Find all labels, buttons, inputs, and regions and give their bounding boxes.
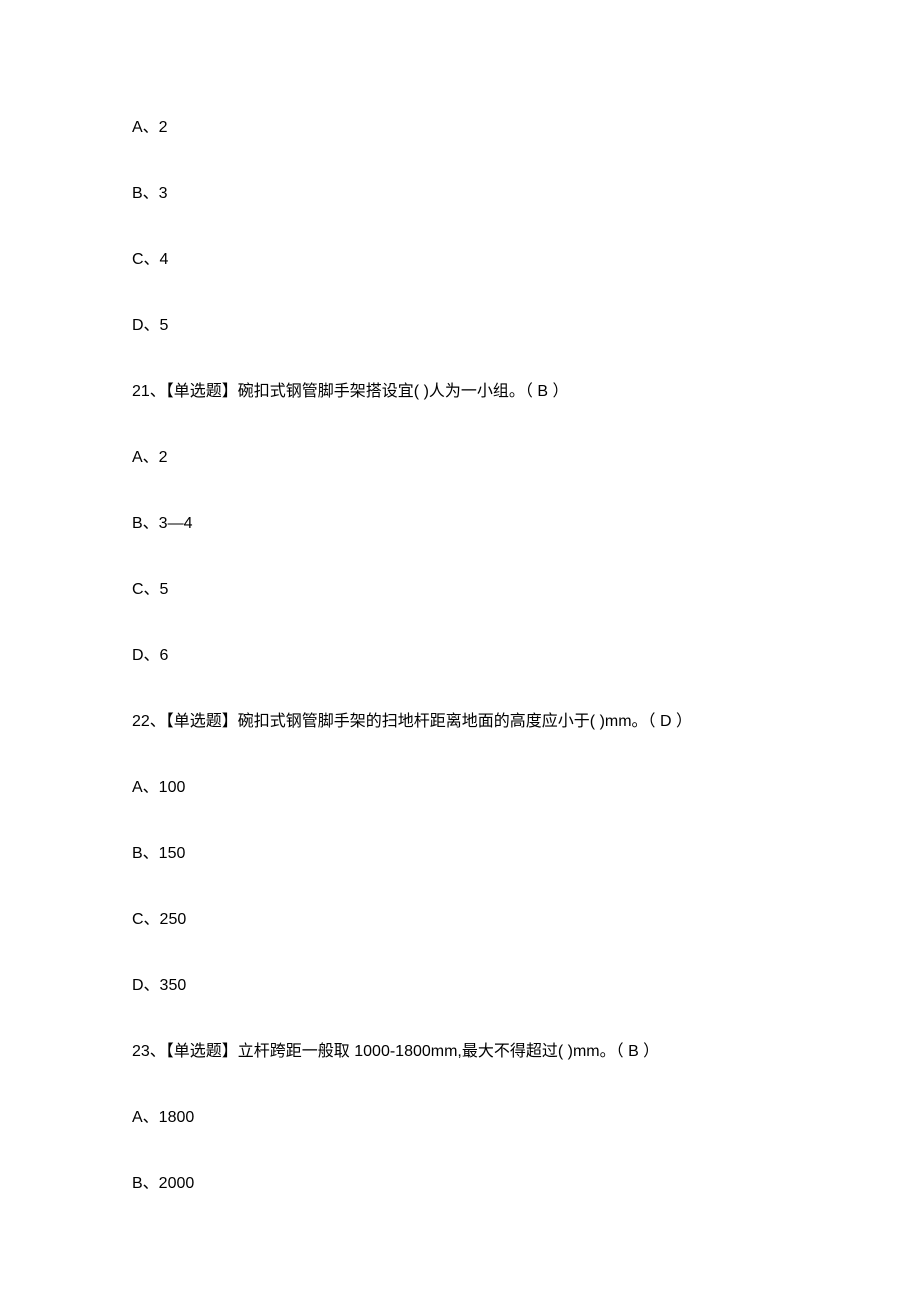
q22-option-c: C、250 — [132, 908, 788, 932]
q22-option-d: D、350 — [132, 974, 788, 998]
q20-option-a: A、2 — [132, 116, 788, 140]
q22-text: 22、【单选题】碗扣式钢管脚手架的扫地杆距离地面的高度应小于( )mm。（ D … — [132, 710, 788, 734]
q22-option-a: A、100 — [132, 776, 788, 800]
q21-option-c: C、5 — [132, 578, 788, 602]
q23-text: 23、【单选题】立杆跨距一般取 1000-1800mm,最大不得超过( )mm。… — [132, 1040, 788, 1064]
q20-option-b: B、3 — [132, 182, 788, 206]
q20-option-c: C、4 — [132, 248, 788, 272]
q21-option-b: B、3—4 — [132, 512, 788, 536]
q22-option-b: B、150 — [132, 842, 788, 866]
q23-option-b: B、2000 — [132, 1172, 788, 1196]
q21-option-a: A、2 — [132, 446, 788, 470]
q21-option-d: D、6 — [132, 644, 788, 668]
q20-option-d: D、5 — [132, 314, 788, 338]
q21-text: 21、【单选题】碗扣式钢管脚手架搭设宜( )人为一小组。（ B ） — [132, 380, 788, 404]
q23-option-a: A、1800 — [132, 1106, 788, 1130]
